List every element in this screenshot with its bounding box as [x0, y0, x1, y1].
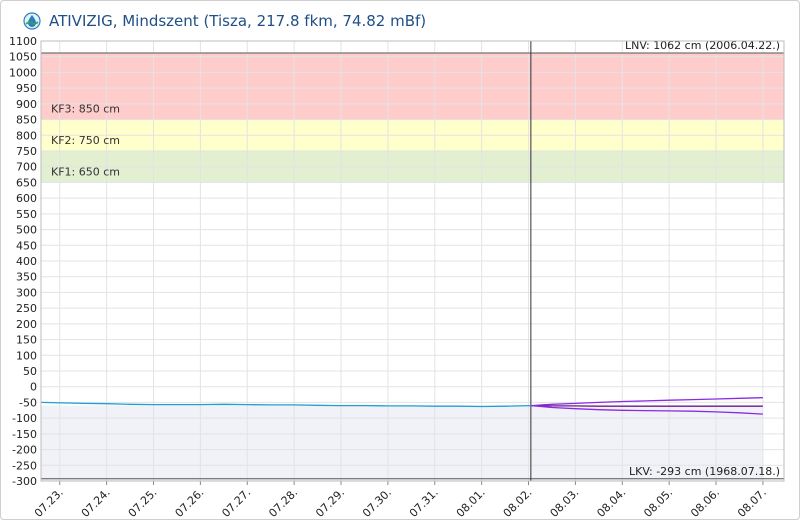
x-tick-label: 08.02. [501, 486, 535, 520]
y-tick-label: -100 [12, 412, 37, 425]
y-tick-label: 950 [16, 82, 37, 95]
y-tick-label: 400 [16, 255, 37, 268]
y-tick-label: 100 [16, 349, 37, 362]
y-tick-label: 650 [16, 176, 37, 189]
x-tick-label: 07.30. [360, 486, 394, 520]
y-tick-label: 50 [23, 365, 37, 378]
x-tick-label: 07.24. [79, 486, 113, 520]
band-label: KF3: 850 cm [51, 103, 120, 116]
y-tick-label: 150 [16, 334, 37, 347]
y-tick-label: 1100 [9, 35, 37, 48]
y-tick-label: 200 [16, 318, 37, 331]
band-label: KF2: 750 cm [51, 134, 120, 147]
chart-frame: 1100 1050 1000 950 900 850 800 750 700 650 600 550 5… [0, 0, 800, 520]
x-tick-label: 07.27. [219, 486, 253, 520]
y-tick-label: 850 [16, 114, 37, 127]
y-tick-label: 450 [16, 239, 37, 252]
y-tick-label: -50 [19, 396, 37, 409]
y-tick-label: 250 [16, 302, 37, 315]
y-tick-label: 1050 [9, 51, 37, 64]
y-tick-label: 1000 [9, 66, 37, 79]
x-tick-label: 08.04. [594, 486, 628, 520]
y-tick-label: -150 [12, 428, 37, 441]
y-tick-label: 750 [16, 145, 37, 158]
y-tick-label: 0 [30, 381, 37, 394]
x-tick-label: 07.23. [32, 486, 66, 520]
y-tick-label: -250 [12, 459, 37, 472]
y-tick-label: 300 [16, 286, 37, 299]
y-tick-label: 550 [16, 208, 37, 221]
y-tick-label: -200 [12, 444, 37, 457]
y-tick-label: 900 [16, 98, 37, 111]
y-tick-label: 600 [16, 192, 37, 205]
y-tick-label: 500 [16, 224, 37, 237]
x-tick-label: 07.25. [126, 486, 160, 520]
x-tick-label: 08.07. [735, 486, 769, 520]
x-tick-label: 08.05. [641, 486, 675, 520]
x-tick-label: 07.29. [313, 486, 347, 520]
y-tick-label: -300 [12, 475, 37, 488]
x-tick-label: 08.06. [688, 486, 722, 520]
chart-header: ATIVIZIG, Mindszent (Tisza, 217.8 fkm, 7… [23, 10, 426, 32]
chart-title: ATIVIZIG, Mindszent (Tisza, 217.8 fkm, 7… [49, 12, 427, 30]
chart-canvas: 1100105010009509008508007507006506005505… [9, 35, 785, 520]
x-tick-label: 07.26. [173, 486, 207, 520]
x-tick-label: 07.31. [407, 486, 441, 520]
y-tick-label: 700 [16, 161, 37, 174]
alert-band [41, 52, 784, 120]
band-label: KF1: 650 cm [51, 165, 120, 178]
x-tick-label: 08.03. [548, 486, 582, 520]
y-tick-label: 350 [16, 271, 37, 284]
x-tick-label: 08.01. [454, 486, 488, 520]
forecast-series-line [530, 404, 763, 407]
water-drop-logo-icon [23, 12, 41, 30]
y-tick-label: 800 [16, 129, 37, 142]
x-tick-label: 07.28. [266, 486, 300, 520]
lkv-label: LKV: -293 cm (1968.07.18.) [629, 465, 780, 478]
